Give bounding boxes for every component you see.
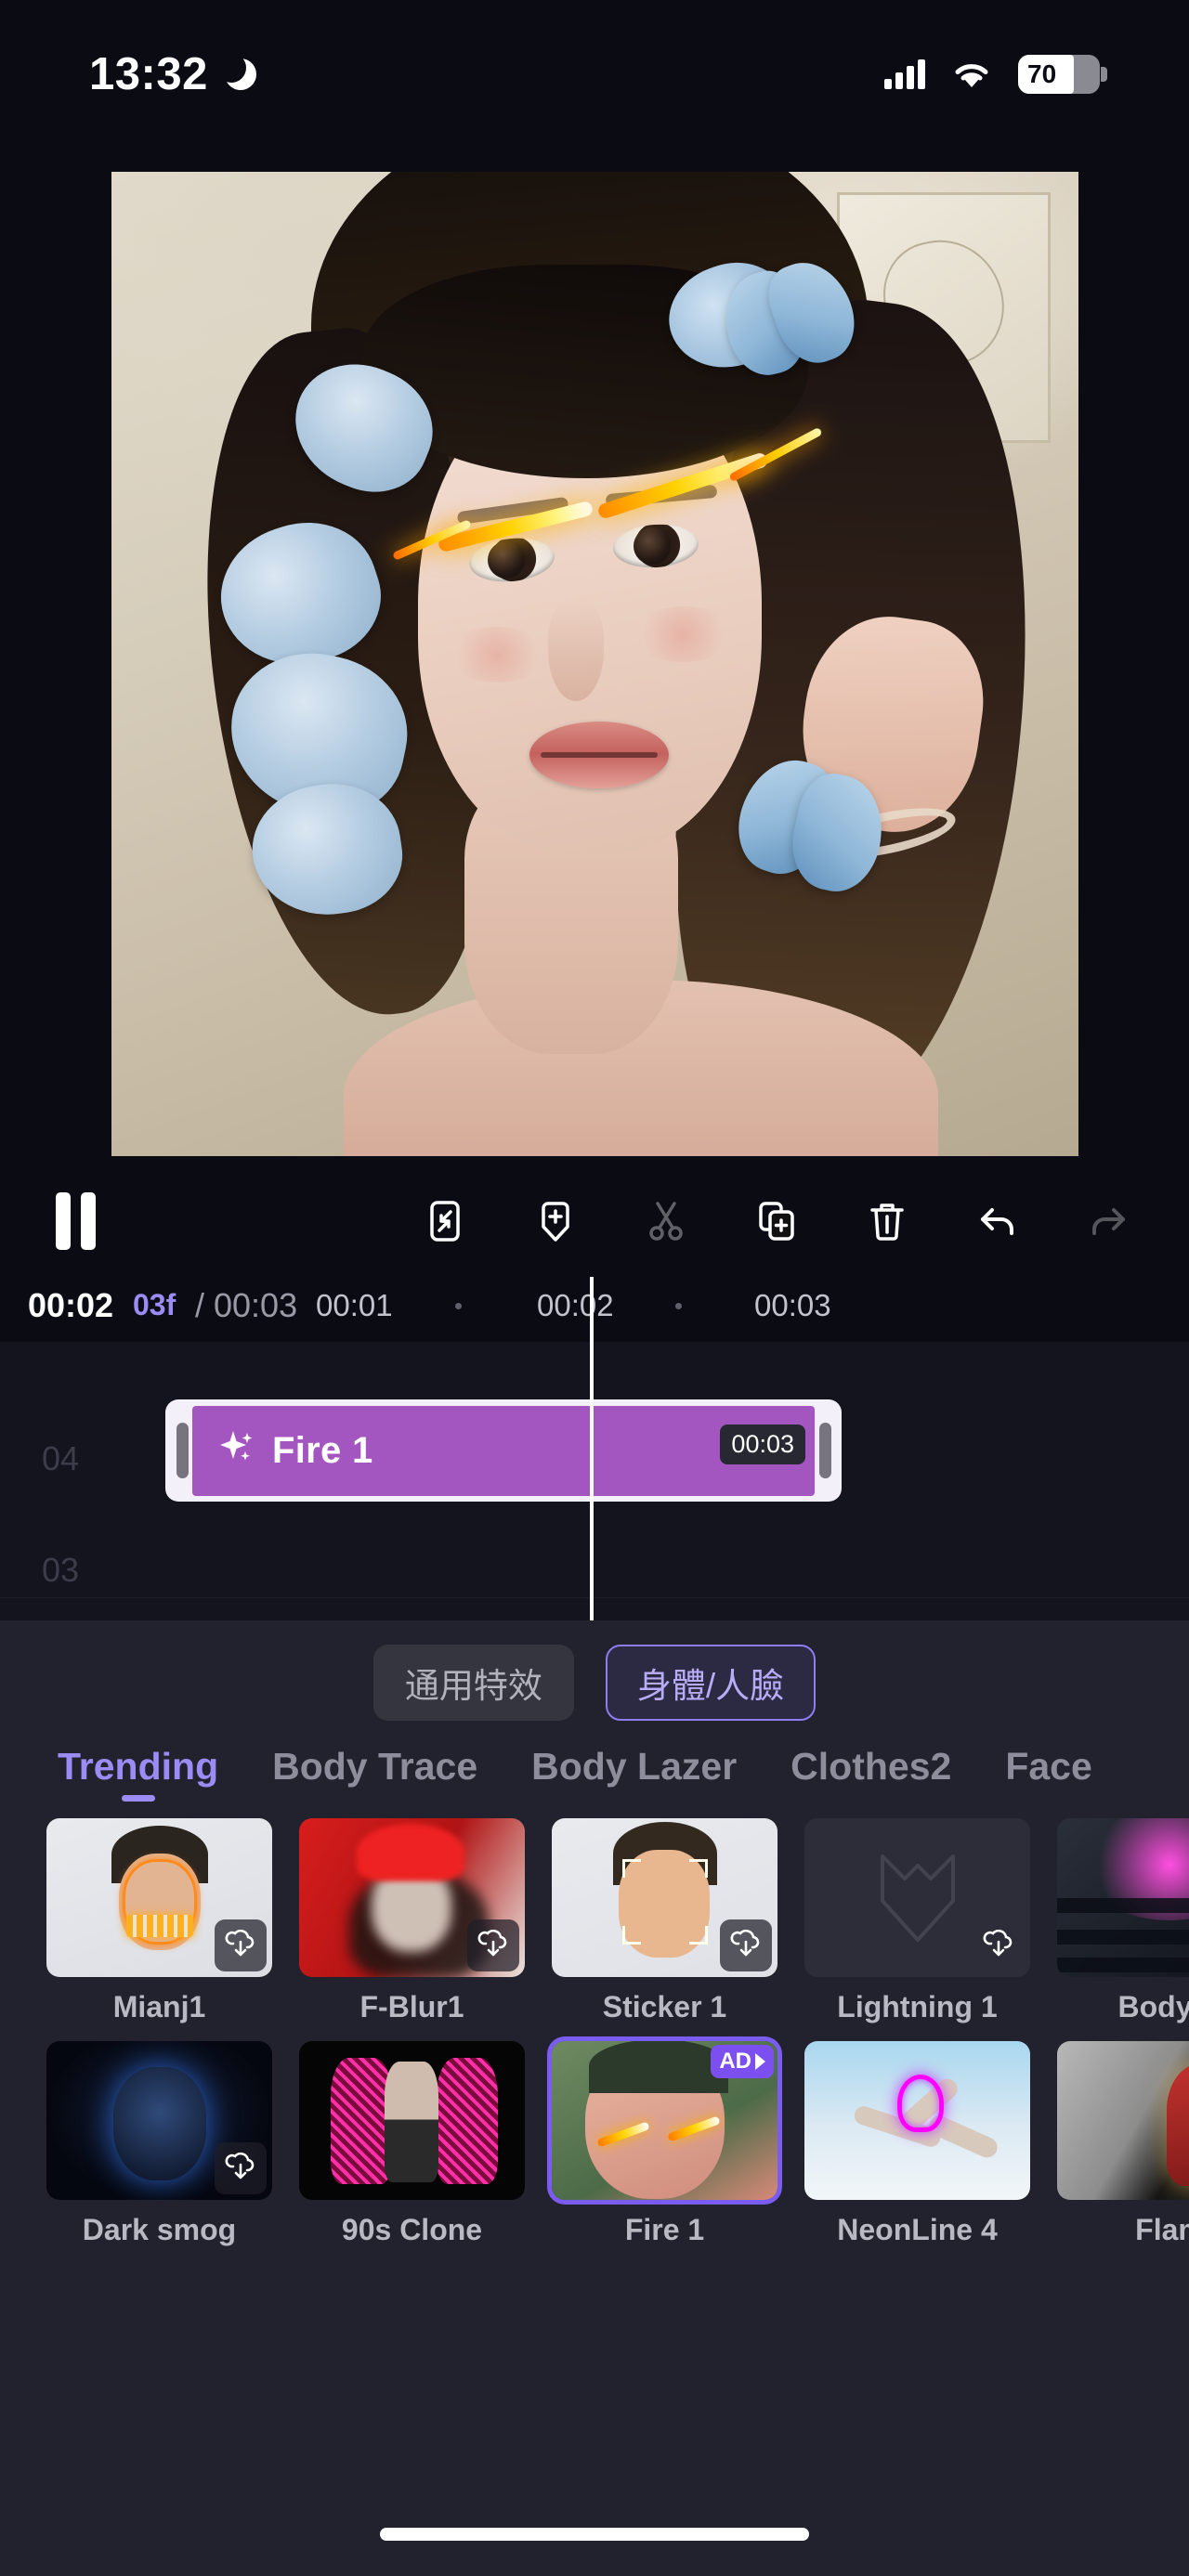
status-bar: 13:32 70: [0, 0, 1189, 149]
timeline-clip-fire-1[interactable]: Fire 1 00:03: [165, 1399, 842, 1502]
clip-body[interactable]: Fire 1 00:03: [192, 1405, 815, 1496]
effect-thumbnail[interactable]: [804, 1818, 1030, 1977]
effects-panel: 通用特效 身體/人臉 Trending Body Trace Body Laze…: [0, 1620, 1189, 2576]
track-label: 04: [42, 1439, 80, 1477]
download-icon[interactable]: [467, 1919, 519, 1971]
effect-item-sticker-1[interactable]: Sticker 1: [552, 1818, 777, 2024]
copy-icon[interactable]: [751, 1196, 802, 1246]
download-icon[interactable]: [215, 2142, 267, 2194]
download-icon[interactable]: [973, 1919, 1025, 1971]
ruler-dot: [675, 1303, 682, 1309]
effect-label: Body N: [1117, 1990, 1189, 2023]
effect-item-flam[interactable]: Flam: [1057, 2041, 1189, 2247]
effect-thumbnail[interactable]: AD: [552, 2041, 777, 2200]
track-divider: [0, 1597, 1189, 1598]
status-time: 13:32: [89, 49, 208, 99]
effect-tabs: Trending Body Trace Body Lazer Clothes2 …: [0, 1721, 1189, 1802]
effect-item-mianj1[interactable]: Mianj1: [46, 1818, 272, 2024]
scissors-icon: [641, 1196, 691, 1246]
current-frame-label: 03f: [133, 1288, 176, 1321]
effect-item-dark-smog[interactable]: Dark smog: [46, 2041, 272, 2247]
battery-percent-label: 70: [1027, 59, 1057, 88]
crescent-moon-icon: [216, 53, 256, 90]
effect-item-body-n[interactable]: Body N: [1057, 1818, 1189, 2024]
clip-left-handle[interactable]: [172, 1399, 192, 1502]
video-preview-area[interactable]: [0, 149, 1189, 1161]
segment-general-effects[interactable]: 通用特效: [372, 1645, 574, 1721]
tab-face[interactable]: Face: [1005, 1745, 1091, 1802]
effect-label: Fire 1: [624, 2213, 705, 2246]
home-indicator: [380, 2528, 809, 2541]
trash-icon[interactable]: [862, 1196, 912, 1246]
download-icon[interactable]: [720, 1919, 772, 1971]
effect-item-neonline-4[interactable]: NeonLine 4: [804, 2041, 1030, 2247]
effect-thumbnail[interactable]: [299, 1818, 525, 1977]
ruler-tick: 00:01: [316, 1288, 393, 1322]
ad-badge-label: AD: [719, 2049, 751, 2074]
total-duration-label: / 00:03: [195, 1286, 298, 1324]
app-root: 13:32 70 00:02 03f / 00:03 00:01 00:02 0…: [0, 0, 1189, 2576]
keyframe-add-icon[interactable]: [530, 1196, 581, 1246]
effects-row: Mianj1 F-Blur1 Sticker 1 Lightning 1 Bod…: [46, 1818, 1189, 2024]
effects-row: Dark smog 90s Clone AD Fire 1 NeonLine 4…: [46, 2041, 1189, 2247]
ruler-dot: [455, 1303, 462, 1309]
effect-label: 90s Clone: [341, 2213, 483, 2246]
effect-thumbnail[interactable]: [804, 2041, 1030, 2200]
ruler-tick: 00:03: [754, 1288, 831, 1322]
cellular-signal-icon: [884, 59, 925, 89]
clip-name-label: Fire 1: [272, 1429, 373, 1471]
status-bar-right: 70: [884, 55, 1107, 94]
effect-thumbnail[interactable]: [46, 1818, 272, 1977]
playhead[interactable]: [590, 1277, 594, 1620]
effect-thumbnail[interactable]: [299, 2041, 525, 2200]
tab-trending[interactable]: Trending: [58, 1745, 218, 1802]
sparkle-icon: [215, 1427, 257, 1475]
effect-item-f-blur1[interactable]: F-Blur1: [299, 1818, 525, 2024]
video-preview-frame[interactable]: [111, 172, 1078, 1156]
video-play-triangle-icon: [755, 2053, 765, 2070]
pause-icon[interactable]: [56, 1192, 96, 1250]
effect-item-lightning-1[interactable]: Lightning 1: [804, 1818, 1030, 2024]
editor-toolbar: [0, 1165, 1189, 1277]
effects-grid: Mianj1 F-Blur1 Sticker 1 Lightning 1 Bod…: [0, 1802, 1189, 2247]
effect-thumbnail[interactable]: [552, 1818, 777, 1977]
editor-tool-group: [420, 1196, 1133, 1246]
effect-item-fire-1[interactable]: AD Fire 1: [552, 2041, 777, 2247]
time-ruler[interactable]: 00:02 03f / 00:03 00:01 00:02 00:03: [0, 1277, 1189, 1342]
battery-indicator: 70: [1018, 55, 1107, 94]
clip-duration-badge: 00:03: [720, 1424, 805, 1464]
effect-label: Lightning 1: [837, 1990, 998, 2023]
wifi-icon: [955, 64, 988, 87]
effect-label: Dark smog: [82, 2213, 237, 2246]
effect-label: Mianj1: [112, 1990, 206, 2023]
tab-body-lazer[interactable]: Body Lazer: [531, 1745, 737, 1802]
effect-label: Sticker 1: [602, 1990, 727, 2023]
effect-thumbnail[interactable]: [1057, 2041, 1189, 2200]
effect-item-90s-clone[interactable]: 90s Clone: [299, 2041, 525, 2247]
track-label: 03: [42, 1551, 80, 1589]
effect-thumbnail[interactable]: [1057, 1818, 1189, 1977]
status-bar-left: 13:32: [89, 48, 256, 100]
current-time-label: 00:02: [28, 1286, 114, 1324]
tab-clothes2[interactable]: Clothes2: [790, 1745, 951, 1802]
effect-label: NeonLine 4: [837, 2213, 998, 2246]
fullscreen-icon[interactable]: [420, 1196, 470, 1246]
download-icon[interactable]: [215, 1919, 267, 1971]
effect-category-segmented-control: 通用特效 身體/人臉: [0, 1620, 1189, 1721]
ruler-tick: 00:02: [537, 1288, 614, 1322]
effect-label: F-Blur1: [359, 1990, 464, 2023]
clip-right-handle[interactable]: [815, 1399, 835, 1502]
ad-badge: AD: [711, 2045, 774, 2078]
effect-label: Flam: [1135, 2213, 1189, 2246]
effect-thumbnail[interactable]: [46, 2041, 272, 2200]
undo-icon[interactable]: [973, 1196, 1023, 1246]
redo-icon: [1083, 1196, 1133, 1246]
segment-body-face[interactable]: 身體/人臉: [605, 1645, 817, 1721]
tab-body-trace[interactable]: Body Trace: [272, 1745, 477, 1802]
timeline[interactable]: 04 03 Fire 1 00:03: [0, 1277, 1189, 1620]
